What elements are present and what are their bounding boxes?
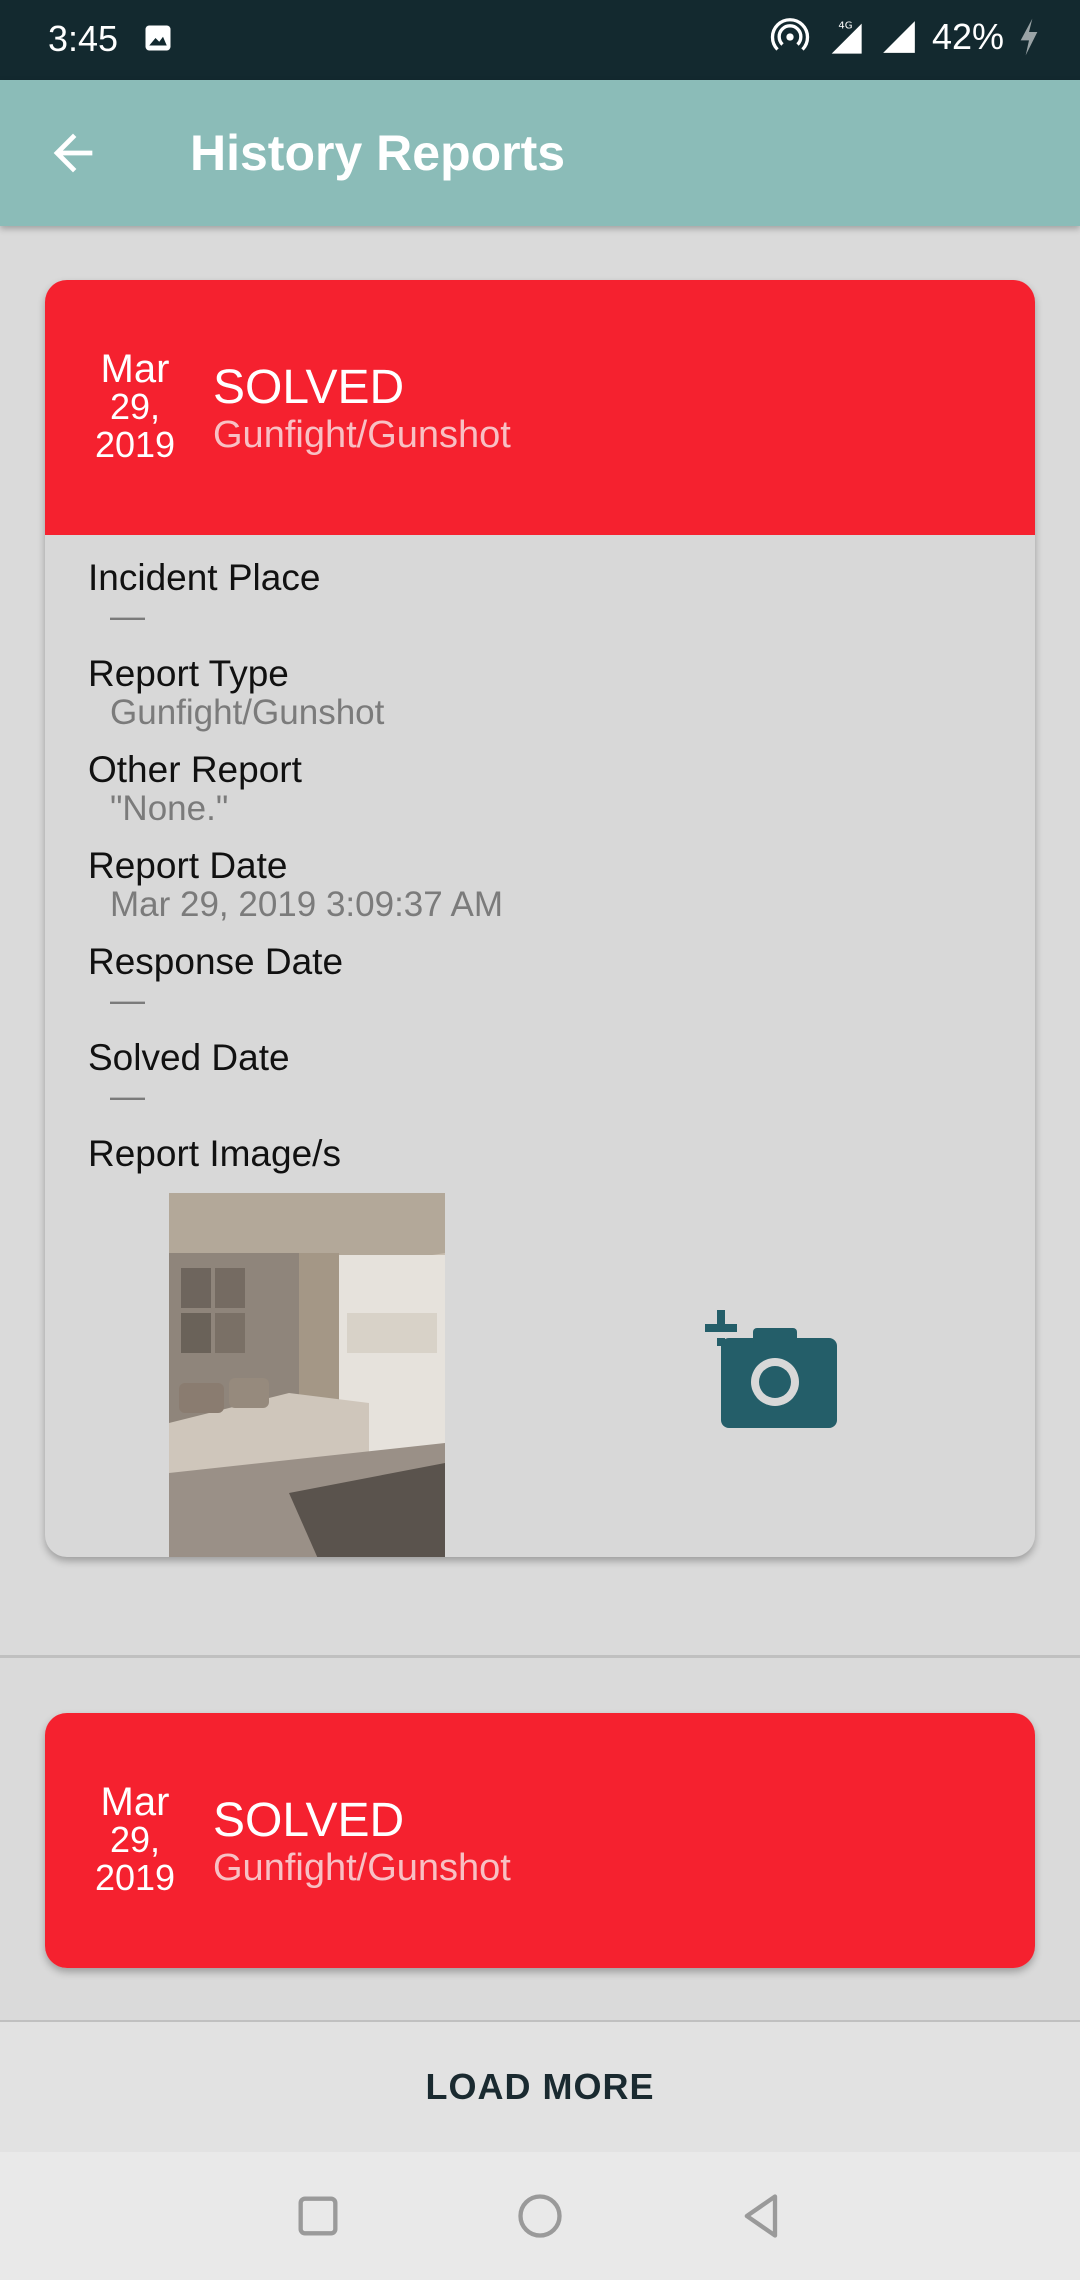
report-card[interactable]: Mar 29, 2019 SOLVED Gunfight/Gunshot [45,1713,1035,1968]
gallery-notification-icon [145,25,171,51]
card-divider [0,1655,1080,1658]
field-report-images: Report Image/s [88,1133,341,1174]
status-badge: SOLVED [213,361,405,414]
report-type-subtitle: Gunfight/Gunshot [213,1847,511,1889]
status-bar: 3:45 4G 42% [0,0,1080,80]
report-type-subtitle: Gunfight/Gunshot [213,414,511,456]
field-report-type: Report Type Gunfight/Gunshot [88,653,385,732]
field-other-report: Other Report "None." [88,749,302,828]
home-circle-icon[interactable] [514,2190,566,2242]
arrow-back-icon[interactable] [44,124,102,182]
svg-text:4G: 4G [838,21,852,32]
status-badge: SOLVED [213,1794,405,1847]
recents-square-icon[interactable] [292,2190,344,2242]
back-triangle-icon[interactable] [736,2190,788,2242]
report-date-block: Mar 29, 2019 [94,1780,176,1898]
battery-percent: 42% [931,16,1004,57]
report-card[interactable]: Mar 29, 2019 SOLVED Gunfight/Gunshot Inc… [45,280,1035,1557]
signal-4g-icon: 4G [831,21,862,54]
charging-bolt-icon [1020,18,1038,56]
report-image-thumbnail[interactable] [169,1193,445,1557]
status-time: 3:45 [48,18,119,59]
report-details: Incident Place — Report Type Gunfight/Gu… [45,535,1035,1557]
page-title: History Reports [190,125,566,181]
hotspot-icon [770,18,810,51]
field-incident-place: Incident Place — [88,557,321,636]
add-photo-icon[interactable] [705,1310,837,1428]
field-solved-date: Solved Date — [88,1037,290,1116]
report-card-header[interactable]: Mar 29, 2019 SOLVED Gunfight/Gunshot [45,1713,1035,1968]
signal-icon [883,21,915,53]
report-card-header[interactable]: Mar 29, 2019 SOLVED Gunfight/Gunshot [45,280,1035,535]
load-more-button[interactable]: LOAD MORE [0,2022,1080,2152]
app-bar: History Reports [0,80,1080,226]
report-date-block: Mar 29, 2019 [94,347,176,465]
field-response-date: Response Date — [88,941,344,1020]
system-nav-bar [0,2152,1080,2280]
field-report-date: Report Date Mar 29, 2019 3:09:37 AM [88,845,504,924]
status-icons: 4G 42% [770,16,1040,58]
